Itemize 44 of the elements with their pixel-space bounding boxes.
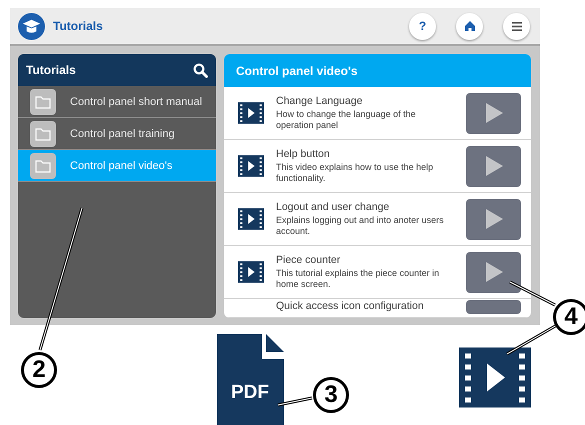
- callout-number: 4: [553, 299, 585, 335]
- video-description: Explains logging out and into anoter users account.: [276, 214, 445, 238]
- video-row[interactable]: Quick access icon configuration: [224, 299, 531, 318]
- play-icon: [484, 102, 504, 124]
- video-title: Change Language: [276, 94, 364, 107]
- video-description: This video explains how to use the help functionality.: [276, 162, 434, 184]
- leader-line: [278, 396, 312, 406]
- video-row[interactable]: Help button This video explains how to use the help functionality.: [224, 140, 531, 193]
- video-icon: [238, 102, 264, 124]
- sidebar-item[interactable]: Control panel short manual: [18, 86, 216, 118]
- play-icon: [484, 261, 504, 283]
- video-description: This tutorial explains the piece counter in home screen.: [276, 268, 440, 290]
- folder-icon: [30, 152, 56, 178]
- pdf-file-icon: PDF: [217, 334, 284, 425]
- video-title: Piece counter: [276, 254, 342, 266]
- video-description: How to change the language of the operation panel: [276, 108, 417, 132]
- callout-number: 3: [313, 377, 349, 413]
- search-icon[interactable]: [193, 62, 208, 78]
- play-icon: [484, 208, 504, 230]
- video-row[interactable]: Piece counter This tutorial explains the piece counter in home screen.: [224, 246, 531, 299]
- sidebar-title: Tutorials: [26, 63, 76, 77]
- video-row[interactable]: Change Language How to change the language of the operation panel: [224, 87, 531, 140]
- folder-icon: [30, 120, 56, 146]
- video-title: Help button: [276, 148, 331, 160]
- graduation-cap-icon: [18, 12, 45, 40]
- video-icon: [238, 155, 264, 177]
- menu-button[interactable]: [503, 12, 530, 40]
- video-icon: [238, 208, 264, 230]
- video-title: Logout and user change: [276, 200, 390, 213]
- content-title: Control panel video's: [236, 64, 358, 78]
- leader-line: [506, 324, 558, 356]
- video-title: Quick access icon configuration: [276, 300, 425, 312]
- video-icon: [238, 261, 264, 283]
- video-thumbnail: [466, 300, 521, 314]
- help-button[interactable]: ?: [409, 12, 436, 40]
- callout-number: 2: [21, 352, 57, 388]
- home-icon: [464, 20, 476, 32]
- folder-icon: [30, 88, 56, 114]
- video-row[interactable]: Logout and user change Explains logging out and into anoter users account.: [224, 193, 531, 246]
- home-button[interactable]: [456, 12, 483, 40]
- app-title: Tutorials: [53, 19, 104, 33]
- menu-icon: [512, 22, 522, 30]
- play-icon: [484, 155, 504, 177]
- video-file-icon: [459, 347, 531, 408]
